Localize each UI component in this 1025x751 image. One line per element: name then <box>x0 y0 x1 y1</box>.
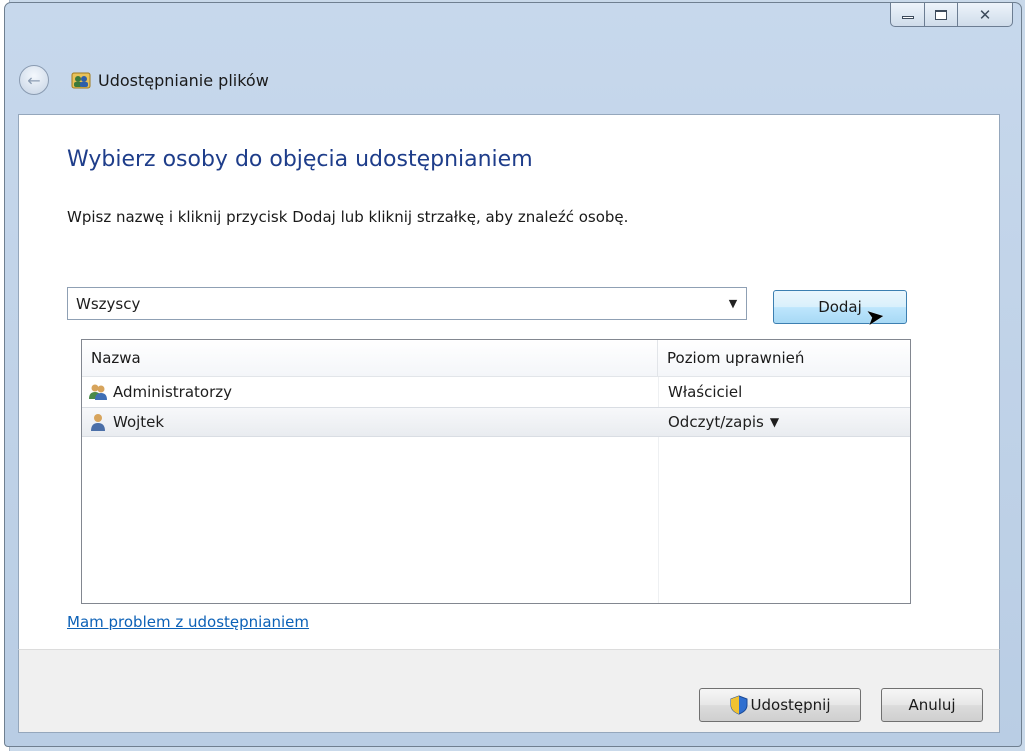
minimize-icon <box>901 16 914 19</box>
chevron-down-icon[interactable]: ▼ <box>770 415 779 429</box>
maximize-icon <box>935 9 947 20</box>
user-combo-box[interactable]: Wszyscy ▼ <box>67 287 747 320</box>
list-item-permission[interactable]: Odczyt/zapis <box>668 413 764 431</box>
list-item-permission: Właściciel <box>668 383 743 401</box>
chevron-down-icon[interactable]: ▼ <box>720 297 746 310</box>
list-item-name: Wojtek <box>113 413 165 431</box>
column-header-permission[interactable]: Poziom uprawnień <box>658 340 910 376</box>
nav-row: ← Udostępnianie plików <box>19 65 269 95</box>
back-arrow-icon: ← <box>27 70 41 90</box>
user-combo-value[interactable]: Wszyscy <box>76 295 720 313</box>
title-bar: ✕ ← Udostępnianie plików <box>5 3 1021 111</box>
page-title: Wybierz osoby do objęcia udostępnianiem <box>67 147 533 172</box>
minimize-button[interactable] <box>890 3 925 27</box>
list-header: Nazwa Poziom uprawnień <box>82 340 910 377</box>
share-button[interactable]: Udostępnij <box>699 688 861 722</box>
close-icon: ✕ <box>978 5 992 24</box>
sharing-icon <box>71 72 91 89</box>
user-icon <box>91 414 105 431</box>
column-header-name[interactable]: Nazwa <box>82 340 658 376</box>
dialog-footer: Udostępnij Anuluj <box>18 649 1000 733</box>
content-panel: Wybierz osoby do objęcia udostępnianiem … <box>18 114 1000 649</box>
list-item-name-cell: Administratorzy <box>82 382 658 402</box>
mouse-cursor-icon: ➤ <box>864 303 887 332</box>
list-item-name-cell: Wojtek <box>82 412 658 432</box>
list-item-name: Administratorzy <box>113 383 233 401</box>
list-item[interactable]: Administratorzy Właściciel <box>82 377 910 407</box>
maximize-button[interactable] <box>925 3 958 27</box>
permission-dropdown[interactable]: Odczyt/zapis ▼ <box>658 413 910 431</box>
window-title: Udostępnianie plików <box>98 70 269 90</box>
list-item-permission-cell: Właściciel <box>658 383 910 401</box>
back-button[interactable]: ← <box>19 65 49 95</box>
instruction-text: Wpisz nazwę i kliknij przycisk Dodaj lub… <box>67 208 629 226</box>
sharing-help-link[interactable]: Mam problem z udostępnianiem <box>67 613 309 631</box>
share-button-label: Udostępnij <box>750 696 831 714</box>
group-icon <box>89 384 107 400</box>
sharing-list: Nazwa Poziom uprawnień Administratorzy W… <box>81 339 911 604</box>
add-button[interactable]: Dodaj <box>773 290 907 324</box>
list-item-selected[interactable]: Wojtek Odczyt/zapis ▼ <box>82 407 910 437</box>
cancel-button[interactable]: Anuluj <box>881 688 983 722</box>
uac-shield-icon <box>730 695 748 715</box>
close-button[interactable]: ✕ <box>958 3 1013 27</box>
window-controls: ✕ <box>890 3 1013 27</box>
